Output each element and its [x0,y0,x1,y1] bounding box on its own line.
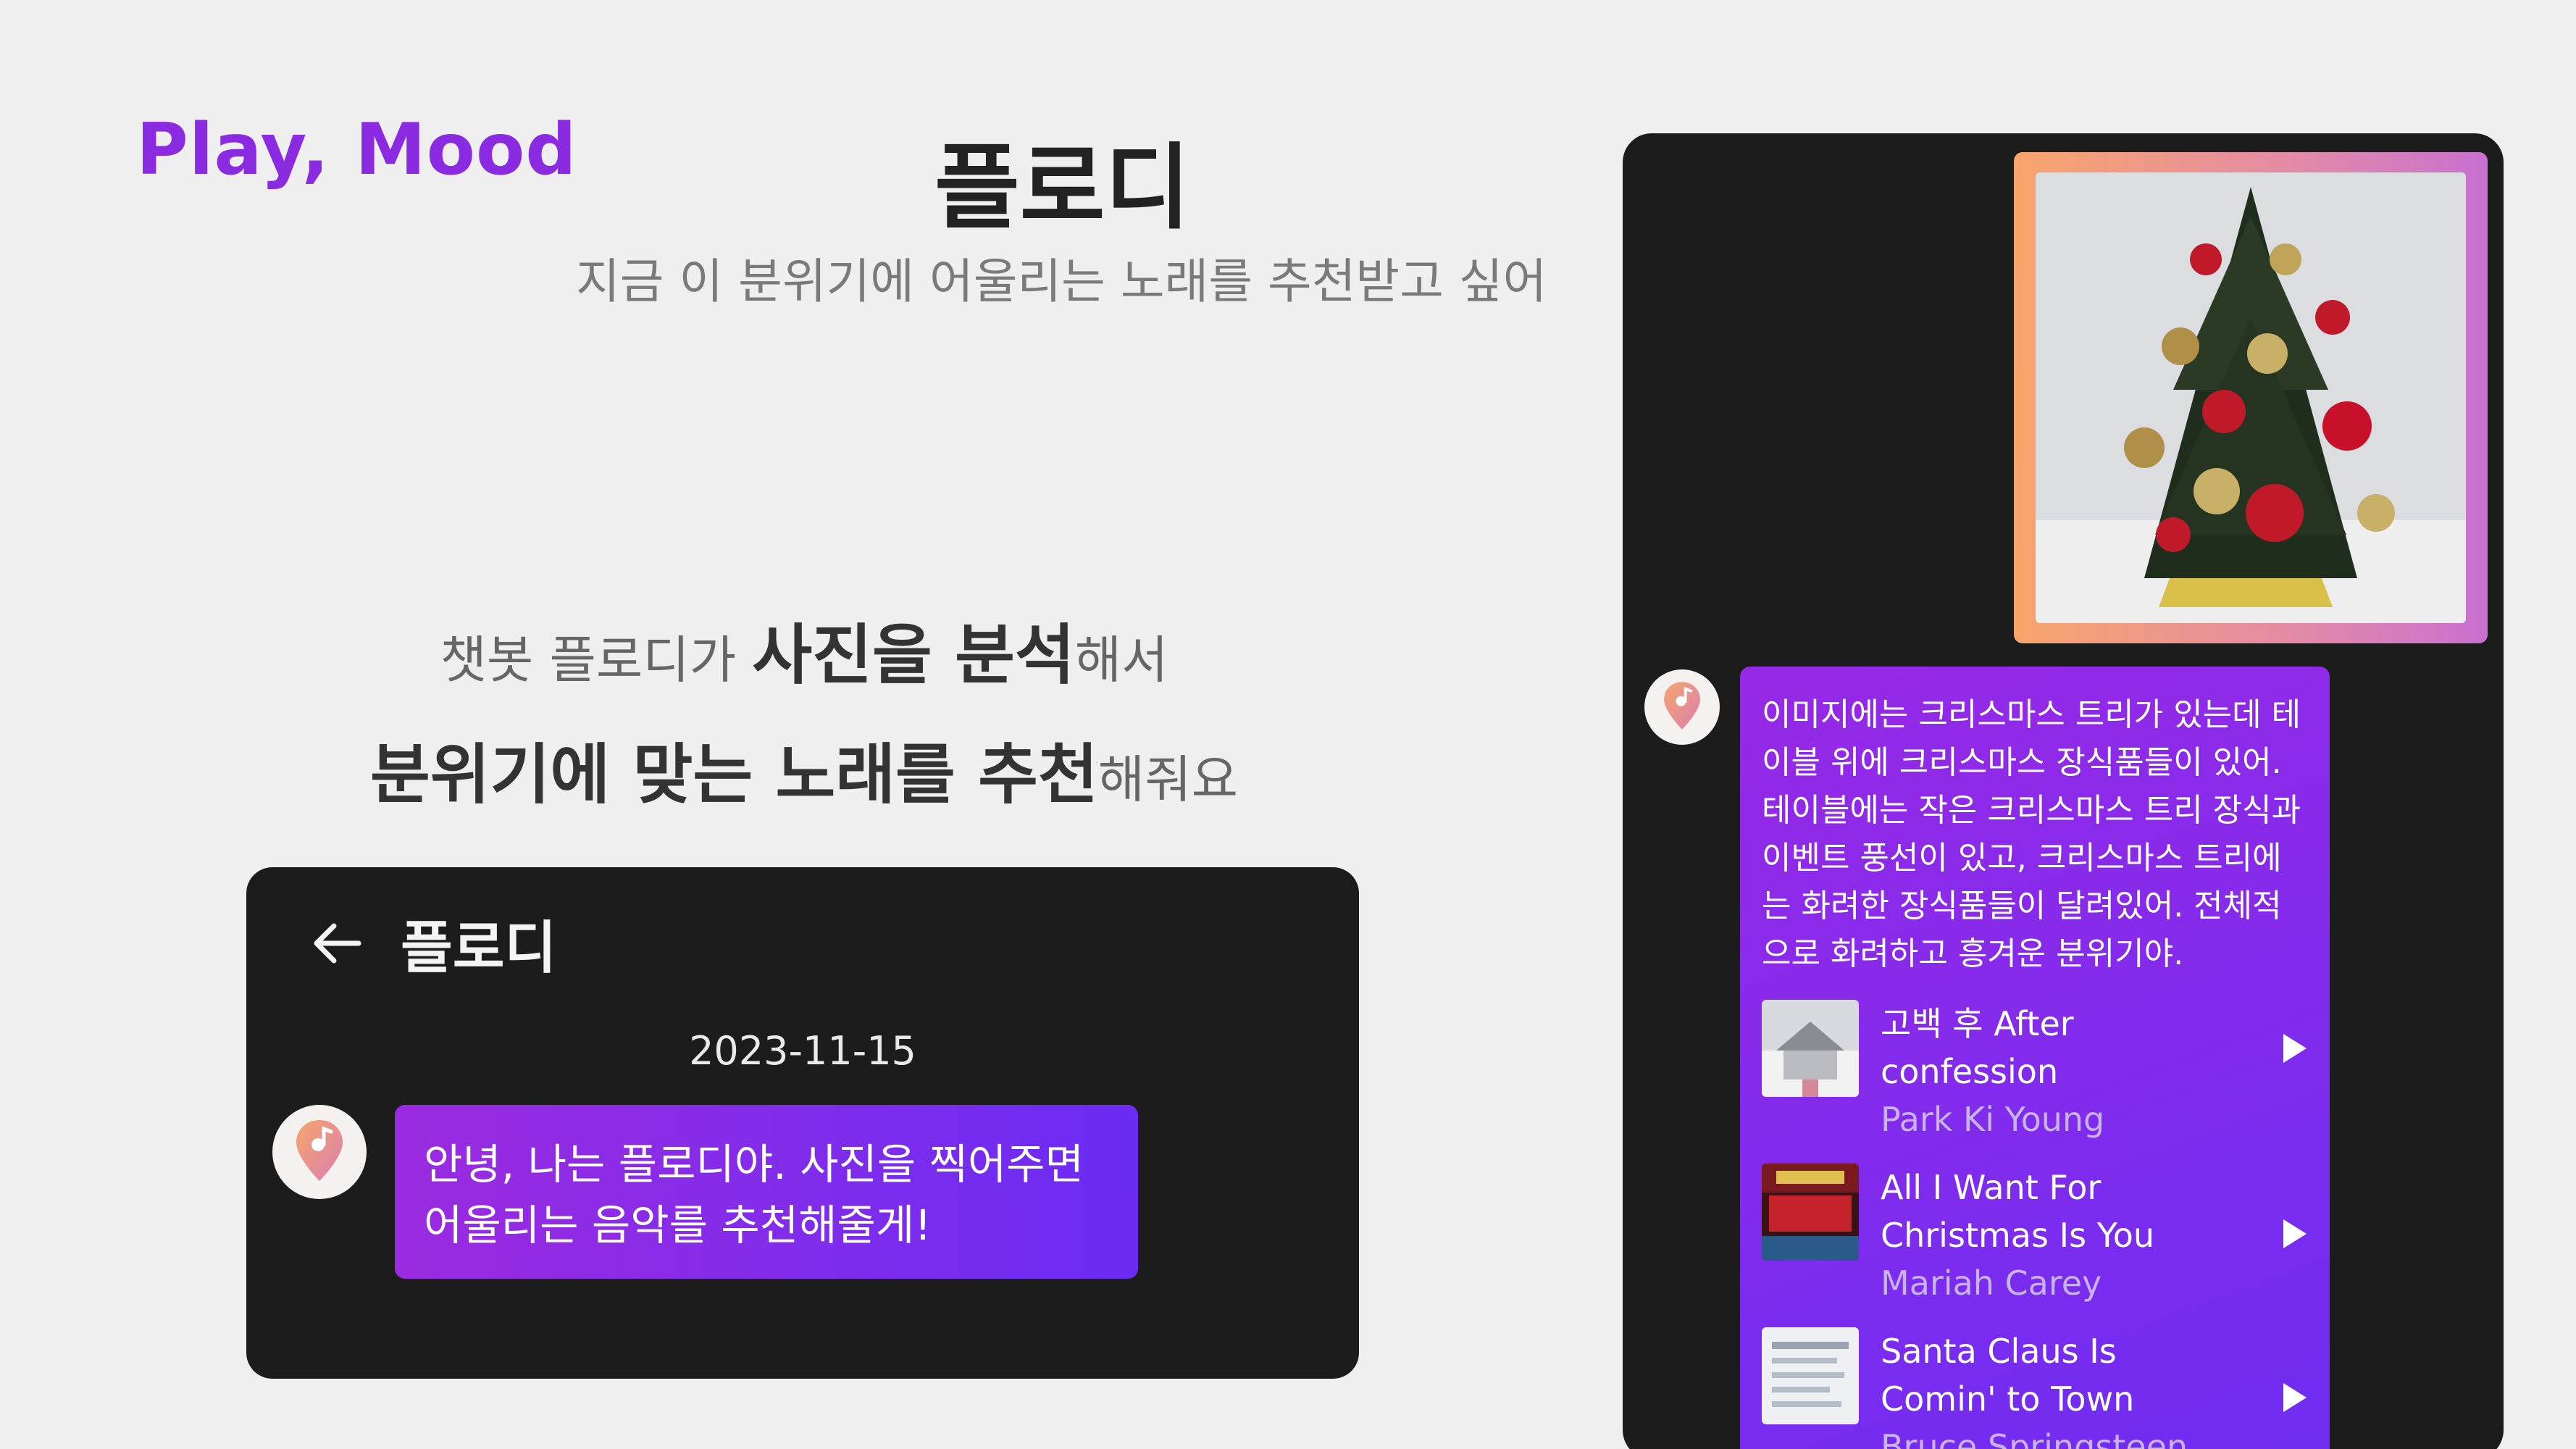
track-item[interactable]: Santa Claus Is Comin' to Town Bruce Spri… [1762,1327,2309,1449]
uploaded-photo-frame [2014,152,2488,643]
play-icon[interactable] [2280,1032,2309,1065]
feature-description: 챗봇 플로디가 사진을 분석해서 분위기에 맞는 노래를 추천해줘요 [239,605,1369,844]
chat-header: 플로디 [308,903,556,983]
feature-line-2: 분위기에 맞는 노래를 추천해줘요 [239,724,1369,844]
brand-logo: Play, Mood [136,109,577,191]
chat-date: 2023-11-15 [689,1028,916,1074]
track-artist: Park Ki Young [1881,1100,2105,1139]
track-item[interactable]: All I Want For Christmas Is You Mariah C… [1762,1164,2309,1307]
play-icon[interactable] [2280,1217,2309,1250]
album-cover [1762,1164,1859,1261]
chat-screen-preview: 플로디 2023-11-15 안녕, 나는 플로디야. 사진을 찍어주면 어울리… [246,867,1359,1379]
result-screen-preview: 이미지에는 크리스마스 트리가 있는데 테이블 위에 크리스마스 장식품들이 있… [1623,133,2504,1449]
track-title: All I Want For Christmas Is You [1881,1168,2154,1255]
chat-header-title: 플로디 [401,916,557,981]
christmas-tree-photo [2036,172,2466,623]
greeting-message: 안녕, 나는 플로디야. 사진을 찍어주면 어울리는 음악를 추천해줄게! [395,1105,1138,1279]
album-cover [1762,1000,1859,1097]
track-title: Santa Claus Is Comin' to Town [1881,1332,2135,1419]
track-artist: Mariah Carey [1881,1264,2102,1303]
track-list: 고백 후 After confession Park Ki Young All … [1762,1000,2309,1449]
recommendation-message: 이미지에는 크리스마스 트리가 있는데 테이블 위에 크리스마스 장식품들이 있… [1740,667,2330,1449]
arrow-left-icon[interactable] [308,914,366,972]
play-icon[interactable] [2280,1381,2309,1414]
location-pin-icon [293,1117,346,1187]
app-subtitle: 지금 이 분위기에 어울리는 노래를 추천받고 싶어 [576,254,1547,309]
track-title: 고백 후 After confession [1881,1004,2074,1091]
track-artist: Bruce Springsteen [1881,1427,2188,1449]
image-analysis-text: 이미지에는 크리스마스 트리가 있는데 테이블 위에 크리스마스 장식품들이 있… [1762,696,2301,972]
bot-avatar [272,1105,367,1199]
album-cover [1762,1327,1859,1424]
app-title: 플로디 [934,134,1191,242]
feature-highlight: 분위기에 맞는 노래를 추천 [369,737,1098,813]
feature-text-part: 해서 [1074,630,1168,690]
feature-text-part: 해줘요 [1097,750,1238,809]
bot-avatar [1644,669,1720,745]
location-pin-icon [1662,679,1702,735]
track-item[interactable]: 고백 후 After confession Park Ki Young [1762,1000,2309,1143]
feature-line-1: 챗봇 플로디가 사진을 분석해서 [239,605,1369,724]
feature-highlight: 사진을 분석 [752,617,1075,693]
feature-text-part: 챗봇 플로디가 [440,630,753,690]
